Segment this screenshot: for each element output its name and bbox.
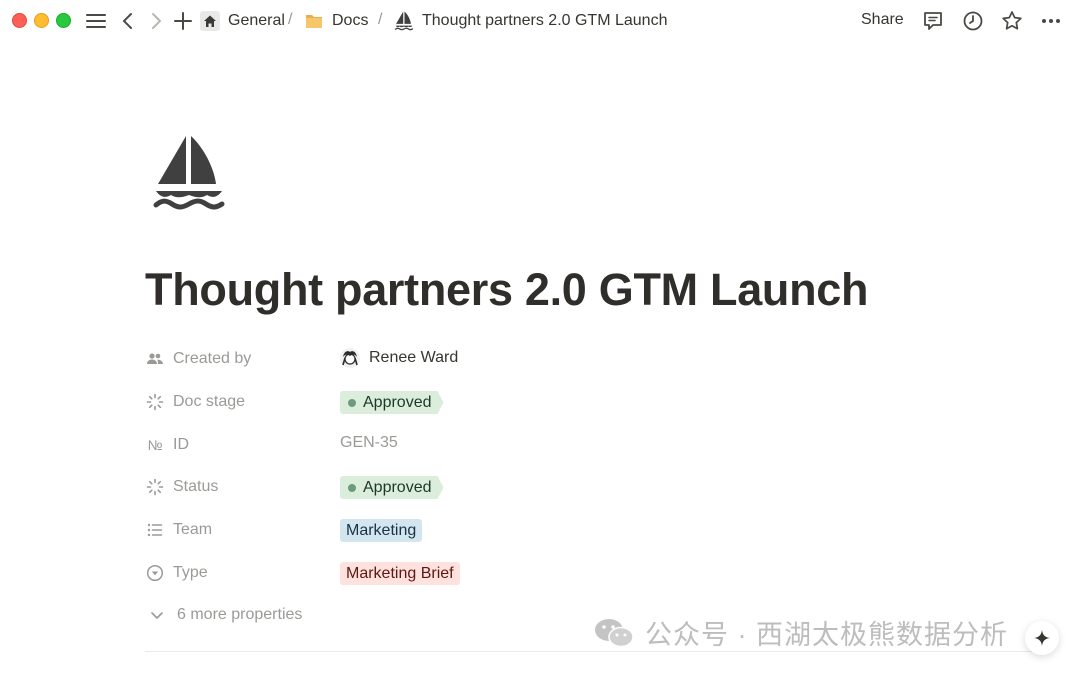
status-badge: Approved — [340, 476, 444, 499]
sparkle-icon — [1033, 629, 1051, 647]
more-properties-toggle[interactable]: 6 more properties — [145, 605, 302, 625]
list-icon — [145, 520, 165, 540]
history-icon[interactable] — [961, 9, 985, 33]
property-status[interactable]: Status Approved — [145, 473, 745, 503]
ai-assistant-button[interactable] — [1025, 621, 1059, 655]
folder-icon — [304, 11, 324, 31]
people-icon — [145, 349, 165, 369]
breadcrumb-separator: / — [378, 11, 383, 28]
watermark: 公众号 · 西湖太极熊数据分析 — [593, 613, 1008, 652]
type-tag: Marketing Brief — [340, 562, 460, 585]
comment-icon[interactable] — [921, 9, 945, 33]
property-doc-stage[interactable]: Doc stage Approved — [145, 388, 745, 418]
property-type[interactable]: Type Marketing Brief — [145, 559, 745, 589]
more-icon[interactable] — [1039, 9, 1063, 33]
more-properties-label: 6 more properties — [177, 606, 303, 623]
wechat-icon — [593, 617, 635, 649]
breadcrumb-label: Thought partners 2.0 GTM Launch — [422, 12, 668, 29]
menu-icon[interactable] — [84, 9, 108, 33]
minimize-window-button[interactable] — [34, 13, 49, 28]
id-icon: № — [147, 437, 163, 453]
status-dot — [348, 399, 356, 407]
property-label: ID — [173, 436, 189, 453]
status-badge: Approved — [340, 391, 444, 414]
breadcrumb-label: General — [228, 12, 285, 29]
status-icon — [145, 392, 165, 412]
breadcrumb-separator: / — [288, 11, 293, 28]
sailboat-icon — [394, 11, 414, 31]
person-name: Renee Ward — [369, 349, 459, 366]
forward-arrow-icon[interactable] — [144, 9, 168, 33]
status-icon — [145, 477, 165, 497]
status-text: Approved — [363, 393, 432, 411]
avatar — [340, 348, 360, 368]
chevron-down-icon — [147, 605, 167, 625]
team-tag: Marketing — [340, 519, 423, 542]
star-icon[interactable] — [1000, 9, 1024, 33]
property-label: Created by — [173, 350, 252, 367]
status-dot — [348, 484, 356, 492]
share-button[interactable]: Share — [861, 11, 904, 29]
watermark-text: 公众号 · 西湖太极熊数据分析 — [645, 620, 1008, 650]
sailboat-icon[interactable] — [152, 134, 226, 212]
property-id[interactable]: № ID GEN-35 — [145, 431, 745, 461]
id-value: GEN-35 — [340, 434, 398, 451]
close-window-button[interactable] — [12, 13, 27, 28]
status-text: Approved — [363, 478, 432, 496]
property-label: Type — [173, 564, 208, 581]
property-label: Status — [173, 478, 219, 495]
new-page-plus-icon[interactable] — [171, 9, 195, 33]
top-bar: General / Docs / Thought partners 2.0 GT… — [0, 0, 1080, 42]
breadcrumb-current-page[interactable]: Thought partners 2.0 GTM Launch — [394, 11, 667, 31]
page-title[interactable]: Thought partners 2.0 GTM Launch — [145, 264, 869, 316]
breadcrumb-docs[interactable]: Docs — [304, 11, 368, 31]
property-team[interactable]: Team Marketing — [145, 516, 745, 546]
breadcrumb-label: Docs — [332, 12, 369, 29]
property-created-by[interactable]: Created by Renee Ward — [145, 345, 745, 375]
property-label: Doc stage — [173, 393, 246, 410]
property-label: Team — [173, 521, 213, 538]
back-arrow-icon[interactable] — [116, 9, 140, 33]
home-icon — [200, 11, 220, 31]
breadcrumb-general[interactable]: General — [200, 11, 285, 31]
maximize-window-button[interactable] — [56, 13, 71, 28]
select-icon — [145, 563, 165, 583]
